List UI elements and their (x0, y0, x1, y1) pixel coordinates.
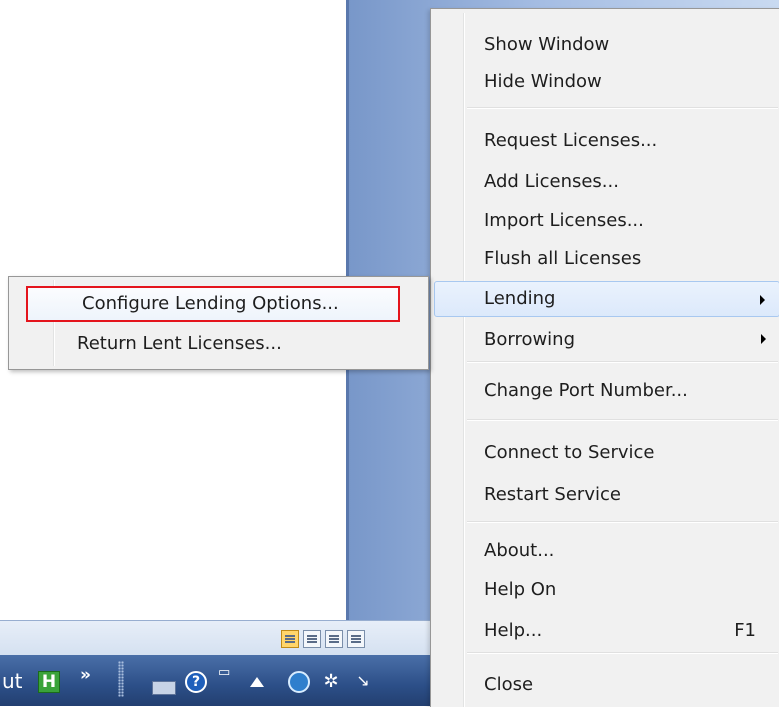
menu-item-show-window[interactable]: Show Window (434, 26, 779, 63)
tray-arrow-icon[interactable]: ↘ (352, 671, 374, 693)
menu-item-label: Lending (484, 288, 556, 309)
submenu-item-return-lent-licenses[interactable]: Return Lent Licenses... (12, 326, 425, 362)
submenu-arrow-icon (760, 295, 765, 305)
menu-item-change-port-number[interactable]: Change Port Number... (434, 372, 779, 409)
menu-item-lending[interactable]: Lending (434, 281, 779, 317)
menu-item-label: Import Licenses... (484, 210, 644, 231)
menu-item-label: Help On (484, 579, 557, 600)
menu-item-label: Hide Window (484, 71, 602, 92)
menu-separator (467, 652, 778, 653)
menu-item-about[interactable]: About... (434, 532, 779, 569)
restore-icon[interactable]: ▭ (218, 665, 232, 687)
show-hidden-icons-arrow-icon[interactable] (250, 677, 264, 687)
menu-item-label: Help... (484, 620, 543, 641)
submenu-item-configure-lending-options[interactable]: Configure Lending Options... (26, 286, 400, 322)
menu-item-label: Flush all Licenses (484, 248, 642, 269)
menu-item-import-licenses[interactable]: Import Licenses... (434, 202, 779, 239)
snowflake-icon[interactable]: ✲ (320, 671, 342, 693)
menu-separator (467, 521, 778, 522)
menu-item-flush-all-licenses[interactable]: Flush all Licenses (434, 240, 779, 277)
help-icon[interactable]: ? (185, 671, 207, 693)
menu-item-close[interactable]: Close (434, 666, 779, 703)
menu-item-help-on[interactable]: Help On (434, 571, 779, 608)
sync-icon[interactable] (288, 671, 310, 693)
menu-item-label: Show Window (484, 34, 610, 55)
menu-separator (467, 361, 778, 362)
keyboard-icon[interactable] (152, 681, 176, 695)
status-bar (0, 620, 430, 656)
menu-item-add-licenses[interactable]: Add Licenses... (434, 163, 779, 200)
menu-item-restart-service[interactable]: Restart Service (434, 476, 779, 513)
submenu-arrow-icon (761, 334, 766, 344)
menu-item-label: Change Port Number... (484, 380, 688, 401)
submenu-item-label: Configure Lending Options... (82, 293, 339, 314)
menu-item-help[interactable]: Help... F1 (434, 612, 779, 649)
menu-separator (467, 419, 778, 420)
menu-item-hide-window[interactable]: Hide Window (434, 63, 779, 100)
menu-item-borrowing[interactable]: Borrowing (434, 321, 779, 358)
print-layout-view-icon[interactable] (281, 630, 299, 648)
menu-item-label: Add Licenses... (484, 171, 619, 192)
menu-item-label: Restart Service (484, 484, 621, 505)
tray-context-menu: Show Window Hide Window Request Licenses… (430, 8, 779, 707)
web-layout-view-icon[interactable] (325, 630, 343, 648)
full-reading-view-icon[interactable] (303, 630, 321, 648)
menu-item-label: Connect to Service (484, 442, 655, 463)
menu-item-label: Close (484, 674, 534, 695)
menu-item-shortcut: F1 (734, 620, 756, 641)
overflow-chevron-icon[interactable]: » (80, 665, 94, 687)
submenu-item-label: Return Lent Licenses... (77, 333, 282, 354)
menu-item-connect-to-service[interactable]: Connect to Service (434, 434, 779, 471)
menu-item-label: About... (484, 540, 555, 561)
menu-separator (467, 107, 778, 108)
menu-item-request-licenses[interactable]: Request Licenses... (434, 122, 779, 159)
taskbar-partial-text: ut (2, 669, 23, 693)
menu-item-label: Borrowing (484, 329, 576, 350)
toolbar-grip-icon[interactable] (118, 661, 124, 697)
menu-item-label: Request Licenses... (484, 130, 658, 151)
lending-submenu: Configure Lending Options... Return Lent… (8, 276, 429, 370)
ime-h-icon[interactable]: H (38, 671, 60, 693)
taskbar: ut H » ? ▭ ✲ ↘ (0, 655, 430, 706)
outline-view-icon[interactable] (347, 630, 365, 648)
